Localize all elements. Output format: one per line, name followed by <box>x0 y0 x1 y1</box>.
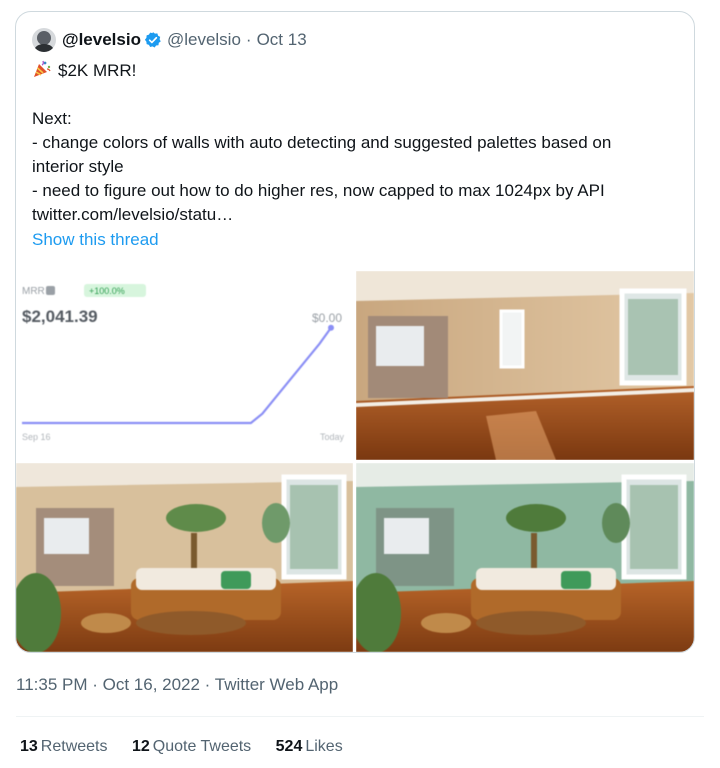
chart-right-value: $0.00 <box>312 311 342 325</box>
empty-room-photo <box>356 271 694 460</box>
tweet-header: @levelsio @levelsio · Oct 13 <box>32 27 307 53</box>
mrr-last-point <box>328 324 334 331</box>
media-chart-image[interactable]: MRR +100.0% $2,041.39 $0.00 Sep 16 Today <box>16 271 353 460</box>
divider <box>16 716 704 717</box>
party-popper-icon <box>34 60 51 77</box>
separator-dot: · <box>245 30 252 49</box>
engagement-stats: 13 Retweets 12 Quote Tweets 524 Likes <box>20 738 363 756</box>
quoted-tweet-card[interactable]: @levelsio @levelsio · Oct 13 $2K MRR! Ne… <box>15 11 695 653</box>
avatar[interactable] <box>32 28 56 52</box>
media-green-room-image[interactable] <box>356 463 694 652</box>
tweet-line-5: interior style <box>32 157 124 176</box>
media-furnished-room-image[interactable] <box>16 463 353 652</box>
green-room-photo <box>356 463 694 652</box>
x-tick-start: Sep 16 <box>22 432 51 442</box>
tweet-line-1: $2K MRR! <box>32 59 682 83</box>
change-badge-text: +100.0% <box>89 286 125 296</box>
verified-badge-icon <box>144 32 161 48</box>
chart-value: $2,041.39 <box>22 307 98 326</box>
tweet-line-3: Next: <box>32 109 72 128</box>
chart-label: MRR <box>22 286 45 297</box>
x-tick-end: Today <box>320 432 345 442</box>
retweets-stat[interactable]: 13 Retweets <box>20 738 108 756</box>
media-grid: MRR +100.0% $2,041.39 $0.00 Sep 16 Today <box>16 271 694 652</box>
likes-stat[interactable]: 524 Likes <box>276 738 343 756</box>
tweet-timestamp[interactable]: 11:35 PM · Oct 16, 2022 · Twitter Web Ap… <box>16 675 338 695</box>
tweet-line-6: - need to figure out how to do higher re… <box>32 181 605 200</box>
info-icon <box>46 286 55 295</box>
show-thread-link[interactable]: Show this thread <box>32 230 159 250</box>
tweet-line-2 <box>32 83 682 107</box>
mrr-series-line <box>22 327 332 425</box>
tweet-date[interactable]: Oct 13 <box>257 30 307 50</box>
furnished-room-photo <box>16 463 353 652</box>
tweet-text: $2K MRR! Next: - change colors of walls … <box>32 59 682 227</box>
tweet-link[interactable]: twitter.com/levelsio/statu… <box>32 203 682 227</box>
mrr-chart: MRR +100.0% $2,041.39 $0.00 Sep 16 Today <box>22 284 345 442</box>
media-empty-room-image[interactable] <box>356 271 694 460</box>
handle[interactable]: @levelsio <box>167 30 241 50</box>
quote-tweets-stat[interactable]: 12 Quote Tweets <box>132 738 251 756</box>
tweet-line-4: - change colors of walls with auto detec… <box>32 133 612 152</box>
display-name[interactable]: @levelsio <box>62 30 141 50</box>
